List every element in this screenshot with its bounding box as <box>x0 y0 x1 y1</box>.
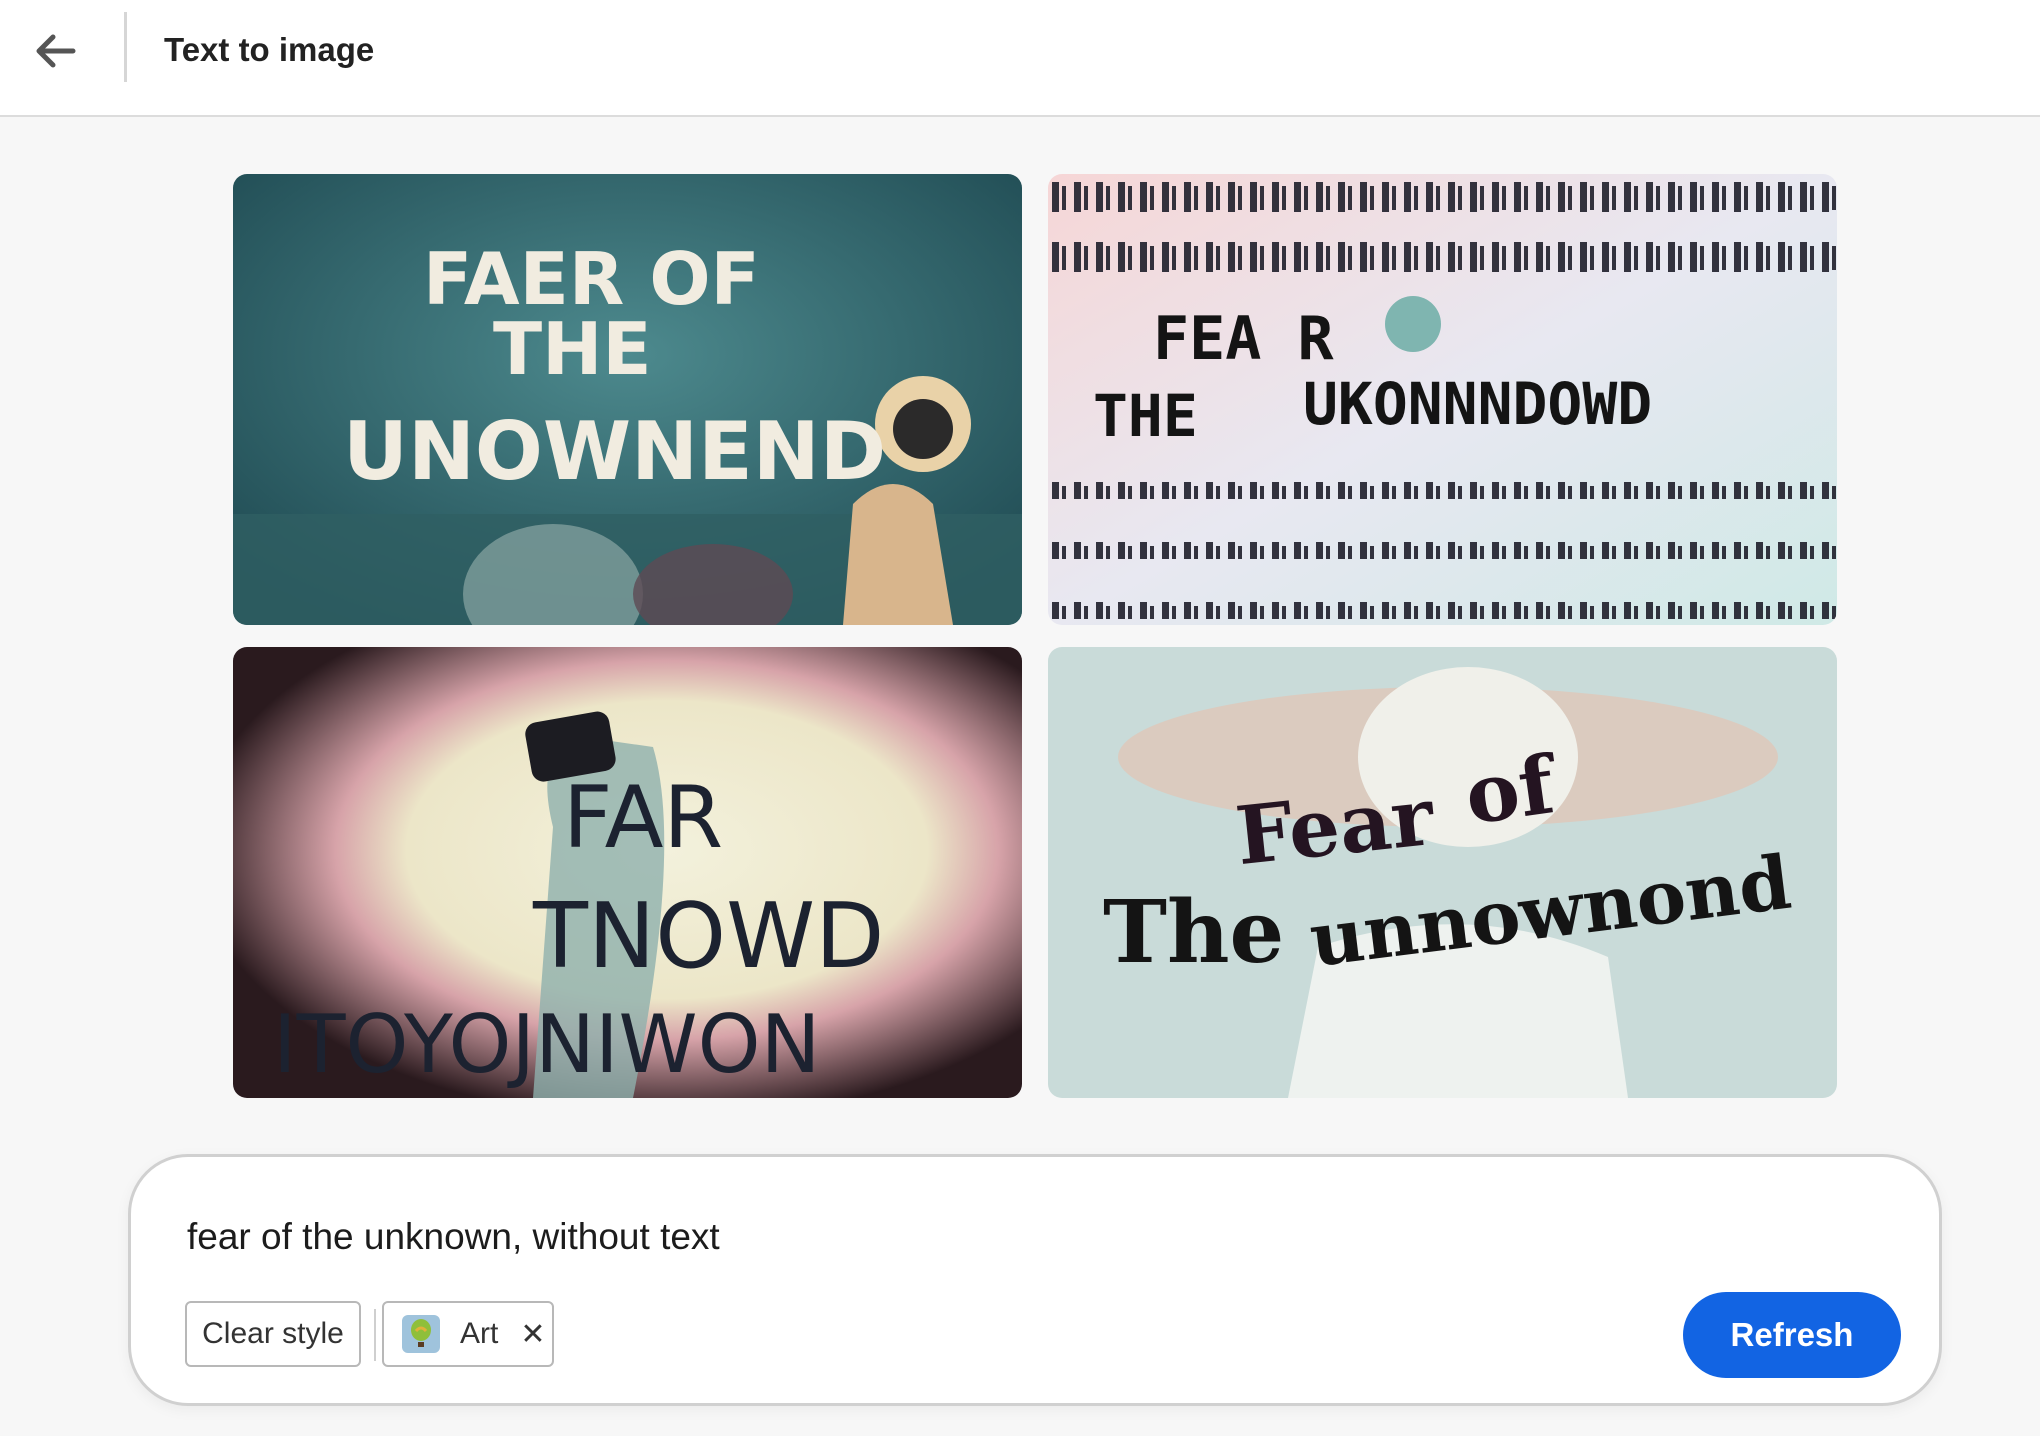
image-2-text-line-2: THE <box>1093 382 1198 450</box>
chip-divider <box>374 1309 376 1361</box>
image-2-text-line-1: FEA R <box>1153 304 1334 374</box>
image-1-text-line-3: UNOWNEND <box>343 405 886 498</box>
prompt-input[interactable]: fear of the unknown, without text <box>187 1209 1687 1265</box>
generated-image-1[interactable]: FAER OF THE UNOWNEND <box>233 174 1022 625</box>
prompt-panel: fear of the unknown, without text Clear … <box>128 1154 1942 1406</box>
header-divider <box>124 12 127 82</box>
refresh-button[interactable]: Refresh <box>1683 1292 1901 1378</box>
hot-air-balloon-icon <box>402 1315 440 1353</box>
image-1-text-line-2: THE <box>493 307 652 391</box>
image-3-text-line-3: ITOYOJNIWON <box>273 998 820 1091</box>
image-4-text-line-3: The <box>1103 882 1284 983</box>
image-3-text-line-2: TNOWD <box>532 884 884 989</box>
back-button[interactable] <box>22 18 88 84</box>
generated-image-3[interactable]: FAR TNOWD ITOYOJNIWON <box>233 647 1022 1098</box>
clear-style-button[interactable]: Clear style <box>185 1301 361 1367</box>
style-chip-art[interactable]: Art ✕ <box>382 1301 554 1367</box>
close-icon[interactable]: ✕ <box>520 1317 545 1352</box>
top-bar: Text to image <box>0 0 2040 117</box>
image-3-text-line-1: FAR <box>563 768 723 868</box>
arrow-left-icon <box>36 34 76 68</box>
generated-image-4[interactable]: Fear of The unnownond <box>1048 647 1837 1098</box>
image-gallery: FAER OF THE UNOWNEND FEA R THE UKONNNDOW… <box>233 174 1837 1098</box>
image-2-text-line-3: UKONNNDOWD <box>1303 370 1652 438</box>
generated-image-2[interactable]: FEA R THE UKONNNDOWD <box>1048 174 1837 625</box>
image-4-text-line-2: of <box>1459 737 1564 843</box>
style-chip-label: Art <box>460 1317 499 1350</box>
page-title: Text to image <box>164 31 375 68</box>
